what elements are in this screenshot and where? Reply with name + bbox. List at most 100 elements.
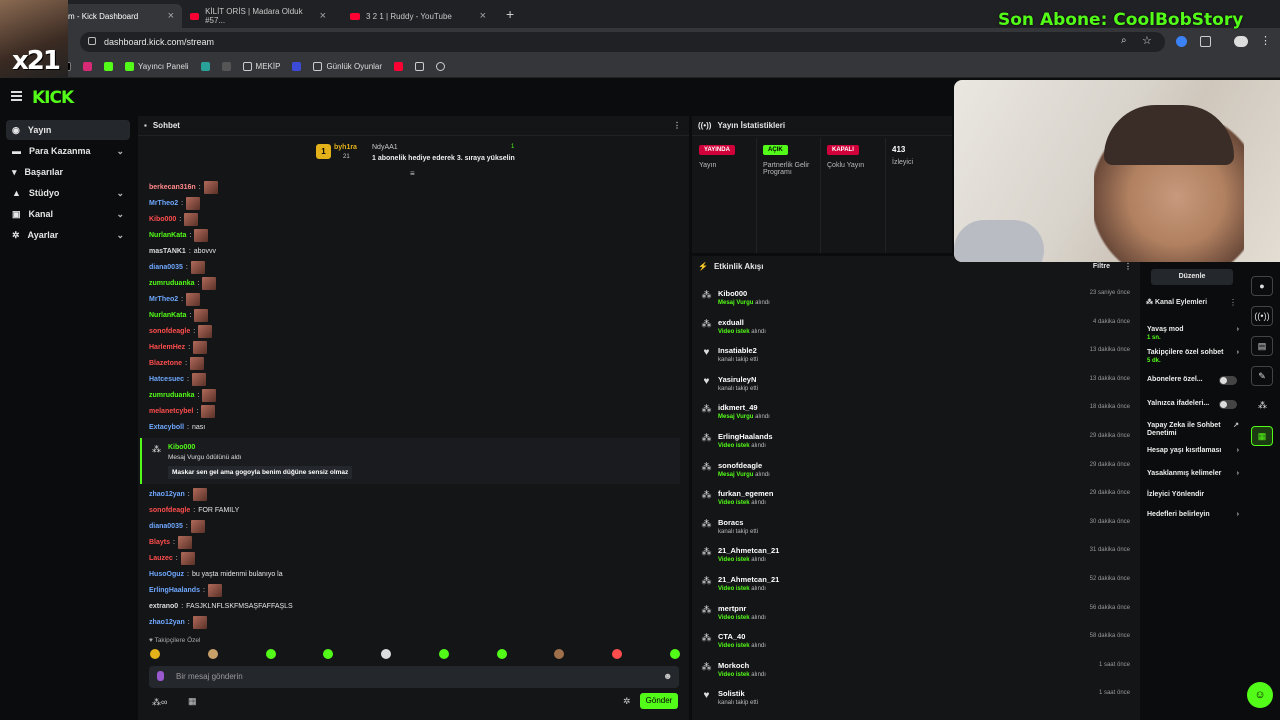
toggle-switch[interactable] — [1219, 400, 1237, 409]
menu-kebab-icon[interactable]: ⋮ — [1260, 34, 1271, 47]
chat-username[interactable]: berkecan316n — [149, 184, 196, 191]
event-user[interactable]: furkan_egemen — [718, 489, 773, 498]
close-icon[interactable]: × — [320, 10, 326, 22]
mekip-folder[interactable]: MEKİP — [242, 62, 280, 71]
emote-icon[interactable] — [669, 649, 680, 659]
chat-username[interactable]: zumruduanka — [149, 392, 195, 399]
channel-action-item[interactable]: Takipçilere özel sohbet 5 dk. › — [1147, 349, 1239, 365]
event-user[interactable]: sonofdeagle — [718, 461, 762, 470]
kick-bookmark[interactable] — [104, 62, 113, 71]
broadcast-icon[interactable]: ((•)) — [1251, 306, 1273, 326]
menu-kebab-icon[interactable]: ⋮ — [1124, 262, 1132, 271]
profile-avatar[interactable] — [1234, 36, 1248, 47]
app-bookmark[interactable] — [292, 62, 302, 71]
chat-username[interactable]: HarlemHez — [149, 344, 185, 351]
yayinci-paneli-bookmark[interactable]: Yayıncı Paneli — [125, 62, 189, 71]
chat-username[interactable]: NurlanKata — [149, 312, 186, 319]
event-user[interactable]: Kibo000 — [718, 289, 747, 298]
channel-action-item[interactable]: Abonelere özel... — [1147, 376, 1239, 385]
expand-icon[interactable]: ≡ — [410, 169, 415, 178]
chat-username[interactable]: MrTheo2 — [149, 296, 178, 303]
kick-logo[interactable]: KICK — [32, 88, 74, 108]
gunluk-oyunlar-folder[interactable]: Günlük Oyunlar — [313, 62, 382, 71]
filter-button[interactable]: Filtre — [1093, 263, 1110, 270]
tab-youtube-2[interactable]: 3 2 1 | Ruddy - YouTube × — [342, 4, 494, 28]
chat-username[interactable]: Blayts — [149, 539, 170, 546]
event-user[interactable]: 21_Ahmetcan_21 — [718, 546, 779, 555]
menu-kebab-icon[interactable]: ⋮ — [1229, 298, 1237, 307]
image-bookmark[interactable] — [415, 62, 425, 71]
emote-icon[interactable] — [612, 649, 623, 659]
event-user[interactable]: YasiruleyN — [718, 375, 756, 384]
event-user[interactable]: mertpnr — [718, 604, 746, 613]
settings-bookmark[interactable] — [436, 62, 446, 71]
event-user[interactable]: exduall — [718, 318, 744, 327]
chat-username[interactable]: zumruduanka — [149, 280, 195, 287]
youtube-bookmark[interactable] — [394, 62, 404, 71]
layout-icon[interactable]: ▤ — [1251, 336, 1273, 356]
chat-username[interactable]: Extacyboll — [149, 424, 184, 431]
chat-username[interactable]: Blazetone — [149, 360, 182, 367]
channel-action-item[interactable]: İzleyici Yönlendir — [1147, 491, 1239, 499]
chat-username[interactable]: Kibo000 — [149, 216, 176, 223]
message-input[interactable]: Bir mesaj gönderin ☻ — [149, 666, 679, 688]
emote-icon[interactable] — [554, 649, 565, 659]
help-chat-icon[interactable]: ☺ — [1247, 682, 1273, 708]
emote-icon[interactable] — [265, 649, 276, 659]
chat-bubble-icon[interactable]: ● — [1251, 276, 1273, 296]
address-bar[interactable]: dashboard.kick.com/stream — [80, 32, 1165, 52]
hamburger-menu-icon[interactable] — [11, 91, 22, 101]
chat-username[interactable]: diana0035 — [149, 264, 183, 271]
sidebar-item-basarilar[interactable]: ▾ Başarılar — [6, 162, 130, 182]
edit-button[interactable]: Düzenle — [1151, 269, 1233, 285]
event-user[interactable]: idkmert_49 — [718, 403, 758, 412]
extension-icon[interactable] — [1176, 36, 1187, 47]
emote-icon[interactable] — [496, 649, 507, 659]
gift-icon[interactable]: ⁂ — [1258, 400, 1267, 411]
event-user[interactable]: Solistik — [718, 689, 745, 698]
calculator-icon[interactable]: ▦ — [1251, 426, 1273, 446]
chat-username[interactable]: sonofdeagle — [149, 328, 190, 335]
app-bookmark[interactable] — [200, 62, 210, 71]
site-info-icon[interactable] — [88, 37, 96, 45]
chat-username[interactable]: extrano0 — [149, 603, 178, 610]
zoom-icon[interactable]: ⌕ — [1121, 35, 1127, 46]
emote-icon[interactable] — [381, 649, 392, 659]
channel-action-item[interactable]: Yasaklanmış kelimeler › — [1147, 470, 1239, 478]
tab-youtube-1[interactable]: KİLİT ORİS | Madara Olduk #57... × — [182, 4, 334, 28]
channel-action-item[interactable]: Yapay Zeka ile Sohbet Denetimi ↗ — [1147, 422, 1239, 438]
chat-username[interactable]: sonofdeagle — [149, 507, 190, 514]
chat-username[interactable]: MrTheo2 — [149, 200, 178, 207]
new-tab-icon[interactable]: + — [506, 6, 514, 22]
chat-username[interactable]: NurlanKata — [149, 232, 186, 239]
sidebar-item-studyo[interactable]: ▲ Stüdyo ⌄ — [6, 183, 130, 203]
event-user[interactable]: CTA_40 — [718, 632, 745, 641]
chat-username[interactable]: Hatcesuec — [149, 376, 184, 383]
send-button[interactable]: Gönder — [640, 693, 678, 709]
instagram-bookmark[interactable] — [83, 62, 92, 71]
chain-icon[interactable]: ⁂∞ — [152, 697, 167, 708]
channel-action-item[interactable]: Hedefleri belirleyin › — [1147, 511, 1239, 519]
event-user[interactable]: Morkoch — [718, 661, 749, 670]
chat-username[interactable]: HusoOguz — [149, 571, 184, 578]
chat-username[interactable]: ErlingHaalands — [149, 587, 200, 594]
event-user[interactable]: 21_Ahmetcan_21 — [718, 575, 779, 584]
wrench-icon[interactable]: ✎ — [1251, 366, 1273, 386]
chat-username[interactable]: zhao12yan — [149, 491, 185, 498]
chat-username[interactable]: zhao12yan — [149, 619, 185, 626]
chat-username[interactable]: masTANK1 — [149, 248, 186, 255]
channel-action-item[interactable]: Yalnızca ifadeleri... — [1147, 400, 1239, 409]
bookmark-star-icon[interactable]: ☆ — [1142, 34, 1152, 47]
sidebar-item-ayarlar[interactable]: ✲ Ayarlar ⌄ — [6, 225, 130, 245]
menu-kebab-icon[interactable]: ⋮ — [673, 121, 681, 130]
gift-box-icon[interactable]: ▦ — [188, 696, 197, 707]
sidebar-item-para-kazanma[interactable]: ▬ Para Kazanma ⌄ — [6, 141, 130, 161]
close-icon[interactable]: × — [480, 10, 486, 22]
app-bookmark[interactable] — [221, 62, 231, 71]
sidebar-item-yayin[interactable]: ◉ Yayın — [6, 120, 130, 140]
event-user[interactable]: ErlingHaalands — [718, 432, 773, 441]
close-icon[interactable]: × — [168, 10, 174, 22]
extensions-puzzle-icon[interactable] — [1200, 36, 1211, 47]
chat-username[interactable]: diana0035 — [149, 523, 183, 530]
gear-icon[interactable]: ✲ — [623, 696, 631, 707]
